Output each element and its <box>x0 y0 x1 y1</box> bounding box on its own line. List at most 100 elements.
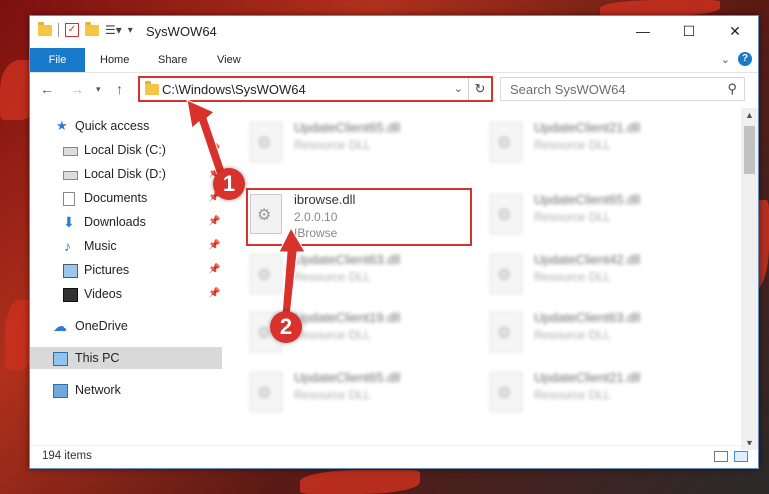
list-item[interactable]: UpdateClient63.dll Resource DLL <box>488 308 718 360</box>
separator <box>58 23 59 37</box>
list-item[interactable]: UpdateClient65.dll Resource DLL <box>248 368 478 420</box>
sidebar-item-videos[interactable]: Videos 📌 <box>30 283 222 305</box>
close-button[interactable]: ✕ <box>712 16 758 46</box>
list-item[interactable]: UpdateClient63.dll Resource DLL <box>248 250 478 302</box>
ribbon: File Home Share View ⌄ ? <box>30 48 758 73</box>
vertical-scrollbar[interactable]: ▲ ▼ <box>741 108 758 450</box>
forward-button[interactable]: → <box>70 81 84 97</box>
dll-file-icon <box>490 312 522 352</box>
pin-icon[interactable]: 📌 <box>208 259 220 281</box>
file-description: Resource DLL <box>294 388 371 402</box>
chevron-down-icon[interactable]: ⌄ <box>454 82 463 95</box>
sidebar-item-network[interactable]: Network <box>30 379 222 401</box>
pin-icon[interactable]: 📌 <box>208 235 220 257</box>
tab-file[interactable]: File <box>30 48 85 72</box>
back-button[interactable]: ← <box>40 81 54 97</box>
status-bar: 194 items <box>30 445 758 468</box>
dll-file-icon <box>490 122 522 162</box>
sidebar-item-local-disk-d[interactable]: Local Disk (D:) 📌 <box>30 163 222 185</box>
tab-home[interactable]: Home <box>100 48 129 72</box>
navigation-pane: ★ Quick access Local Disk (C:) 📌 Local D… <box>30 108 226 448</box>
dll-file-icon <box>490 194 522 234</box>
sidebar-item-music[interactable]: ♪ Music 📌 <box>30 235 222 257</box>
sidebar-item-label: Music <box>84 239 117 253</box>
tab-share[interactable]: Share <box>158 48 187 72</box>
search-input[interactable]: Search SysWOW64 ⚲ <box>500 77 745 101</box>
list-item[interactable]: UpdateClient21.dll Resource DLL <box>488 368 718 420</box>
help-icon[interactable]: ? <box>738 52 752 66</box>
search-icon[interactable]: ⚲ <box>727 81 737 97</box>
list-item[interactable]: UpdateClient21.dll Resource DLL <box>488 118 718 170</box>
recent-locations-button[interactable]: ▾ <box>96 84 101 95</box>
sidebar-item-label: Documents <box>84 191 148 205</box>
minimize-button[interactable]: — <box>620 16 666 46</box>
chevron-down-icon[interactable]: ▾ <box>128 25 133 36</box>
file-description: Resource DLL <box>534 138 611 152</box>
folder-icon <box>38 21 52 36</box>
pin-icon[interactable]: 📌 <box>208 139 220 161</box>
documents-icon <box>63 192 75 206</box>
sidebar-item-label: This PC <box>75 351 120 365</box>
tab-view[interactable]: View <box>217 48 241 72</box>
background-leaf <box>300 470 420 494</box>
pin-icon[interactable]: 📌 <box>208 283 220 305</box>
explorer-window: ✓ ☰▾ ▾ SysWOW64 — ☐ ✕ File Home Share Vi… <box>29 15 759 469</box>
sidebar-item-label: Downloads <box>84 215 146 229</box>
up-button[interactable]: ↑ <box>116 81 123 97</box>
sidebar-item-pictures[interactable]: Pictures 📌 <box>30 259 222 281</box>
sidebar-item-onedrive[interactable]: ☁ OneDrive <box>30 315 222 337</box>
pin-icon[interactable]: 📌 <box>208 211 220 233</box>
list-item[interactable]: UpdateClient65.dll Resource DLL <box>488 190 718 242</box>
file-name: UpdateClient42.dll <box>534 252 641 267</box>
large-icons-view-icon[interactable] <box>734 451 748 462</box>
cloud-icon: ☁ <box>53 318 67 334</box>
maximize-button[interactable]: ☐ <box>666 16 712 46</box>
refresh-button[interactable]: ↻ <box>468 78 491 100</box>
sidebar-item-label: Local Disk (C:) <box>84 143 166 157</box>
list-item[interactable]: UpdateClient65.dll Resource DLL <box>248 118 478 170</box>
file-description: Resource DLL <box>294 328 371 342</box>
drive-icon <box>63 171 78 180</box>
music-icon: ♪ <box>64 238 71 254</box>
address-row: ← → ▾ ↑ C:\Windows\SysWOW64 ⌄ ↻ Search S… <box>30 73 758 105</box>
sidebar-item-this-pc[interactable]: This PC <box>30 347 222 369</box>
dll-file-icon <box>490 254 522 294</box>
properties-icon[interactable]: ✓ <box>65 23 79 37</box>
star-icon: ★ <box>56 118 68 133</box>
callout-2: 2 <box>270 311 302 343</box>
file-description: Resource DLL <box>294 270 371 284</box>
item-count: 194 items <box>42 450 92 462</box>
file-name: UpdateClient65.dll <box>294 370 401 385</box>
pictures-icon <box>63 264 78 278</box>
sidebar-item-local-disk-c[interactable]: Local Disk (C:) 📌 <box>30 139 222 161</box>
address-path[interactable]: C:\Windows\SysWOW64 <box>162 82 306 97</box>
file-description: Resource DLL <box>534 388 611 402</box>
file-name: UpdateClient63.dll <box>534 310 641 325</box>
folder-icon <box>145 81 159 95</box>
sidebar-item-label: Pictures <box>84 263 130 277</box>
file-name: UpdateClient19.dll <box>294 310 401 325</box>
expand-ribbon-icon[interactable]: ⌄ <box>721 53 730 66</box>
file-description: Resource DLL <box>534 328 611 342</box>
scroll-up-icon[interactable]: ▲ <box>745 110 754 120</box>
file-description: Resource DLL <box>534 270 611 284</box>
sidebar-item-downloads[interactable]: ⬇ Downloads 📌 <box>30 211 222 233</box>
download-icon: ⬇ <box>63 214 75 230</box>
computer-icon <box>53 352 68 366</box>
file-description: Resource DLL <box>534 210 611 224</box>
sidebar-item-label: Videos <box>84 287 122 301</box>
file-name: UpdateClient21.dll <box>534 120 641 135</box>
sidebar-item-quick-access[interactable]: ★ Quick access <box>30 115 222 137</box>
details-view-icon[interactable] <box>714 451 728 462</box>
list-item[interactable]: UpdateClient42.dll Resource DLL <box>488 250 718 302</box>
drive-icon <box>63 147 78 156</box>
videos-icon <box>63 288 78 302</box>
sidebar-item-label: Network <box>75 383 121 397</box>
file-name: UpdateClient65.dll <box>294 120 401 135</box>
scrollbar-thumb[interactable] <box>744 126 755 174</box>
customize-toolbar-icon[interactable]: ☰▾ <box>105 23 122 37</box>
sidebar-item-documents[interactable]: Documents 📌 <box>30 187 222 209</box>
sidebar-item-label: Local Disk (D:) <box>84 167 166 181</box>
address-bar[interactable]: C:\Windows\SysWOW64 ⌄ ↻ <box>138 76 493 102</box>
new-folder-icon[interactable] <box>85 21 99 36</box>
